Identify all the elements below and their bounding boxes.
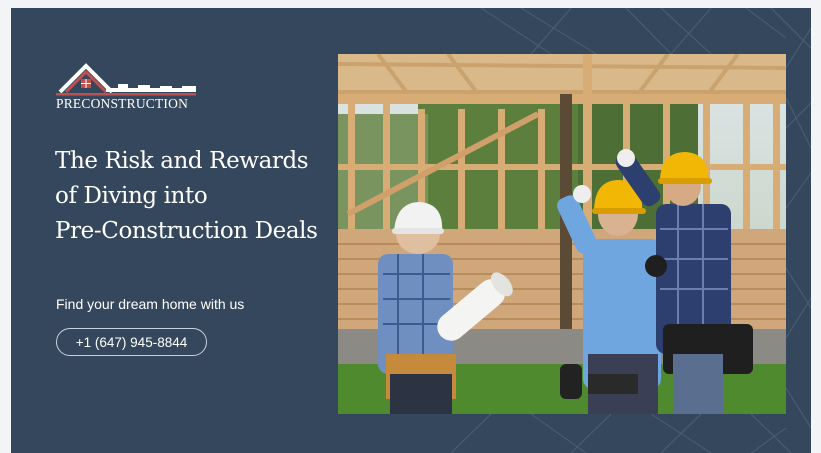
construction-workers-photo (338, 54, 786, 414)
phone-button[interactable]: +1 (647) 945-8844 (56, 328, 207, 356)
tagline: Find your dream home with us (56, 296, 245, 312)
logo-text: PRECONSTRUCTION (56, 96, 189, 111)
headline-line-2: of Diving into (55, 183, 208, 209)
hero-banner: PRECONSTRUCTION The Risk and Rewards of … (11, 8, 811, 453)
construction-scene-illustration (338, 54, 786, 414)
preconstruction-logo[interactable]: PRECONSTRUCTION (56, 58, 206, 118)
page-headline: The Risk and Rewards of Diving into Pre-… (55, 144, 345, 249)
house-roofline-logo-icon (56, 63, 196, 96)
headline-line-1: The Risk and Rewards (55, 148, 309, 174)
headline-line-3: Pre-Construction Deals (55, 218, 318, 244)
